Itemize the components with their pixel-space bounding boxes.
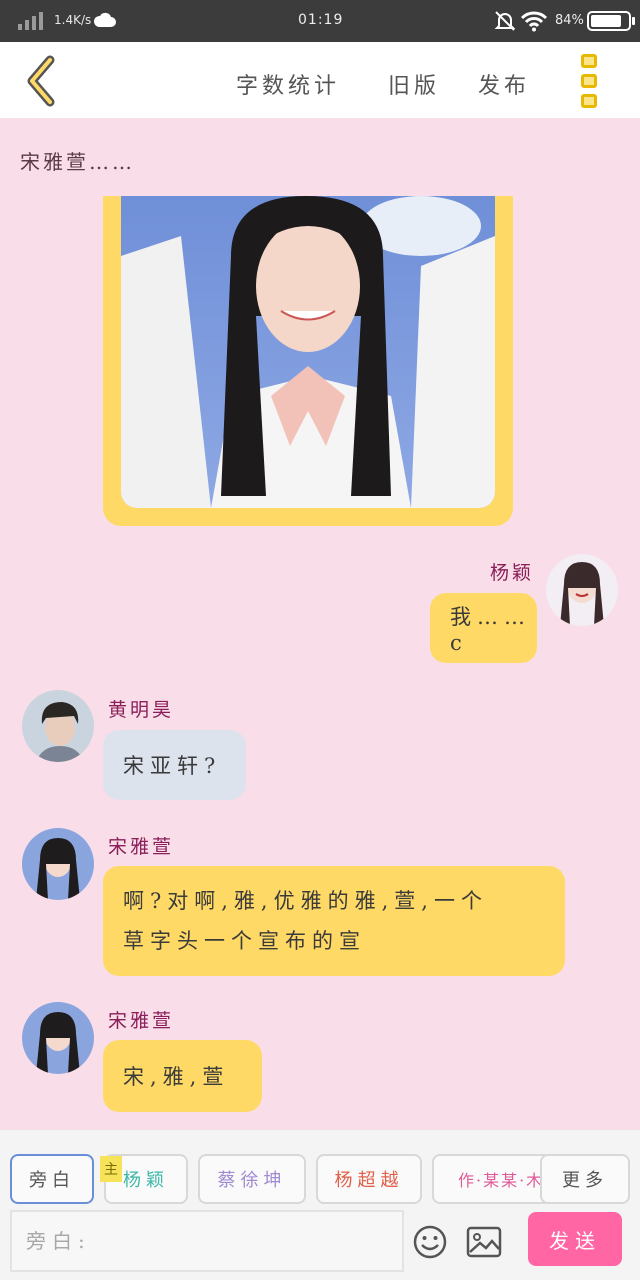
message-bubble[interactable]: 宋,雅,萱 [103, 1040, 262, 1112]
battery-percent: 84% [555, 13, 584, 28]
more-menu-button[interactable] [578, 54, 600, 108]
avatar-songyaxuan[interactable] [22, 828, 94, 900]
top-bar: 字数统计 旧版 发布 [0, 42, 640, 118]
composer-panel: 旁白 杨颖 主 蔡徐坤 杨超越 作·某某·木 更多 发送 [0, 1130, 640, 1280]
narration-text: 宋雅萱…… [20, 150, 135, 174]
message-bubble[interactable]: 啊?对啊,雅,优雅的雅,萱,一个 草字头一个宣布的宣 [103, 866, 565, 976]
back-button[interactable] [20, 54, 64, 108]
network-speed: 1.4K/s [54, 13, 92, 27]
clock: 01:19 [298, 12, 344, 28]
mute-bell-icon [494, 11, 516, 31]
sender-name: 杨颖 [490, 562, 535, 584]
message-bubble[interactable]: 宋亚轩? [103, 730, 246, 800]
image-message[interactable] [103, 196, 513, 526]
chat-area[interactable]: 宋雅萱…… 杨颖 我……c 黄明昊 宋亚轩? 宋雅萱 啊?对啊,雅,优雅的雅,萱… [0, 118, 640, 1130]
status-bar: 1.4K/s 01:19 84% [0, 0, 640, 42]
image-icon[interactable] [466, 1226, 502, 1258]
sender-name: 黄明昊 [108, 699, 175, 721]
avatar-huangminghao[interactable] [22, 690, 94, 762]
message-line: 草字头一个宣布的宣 [123, 929, 366, 953]
message-line: 啊?对啊,雅,优雅的雅,萱,一个 [123, 889, 488, 913]
sender-name: 宋雅萱 [108, 1010, 175, 1032]
cloud-icon [94, 12, 116, 27]
wifi-icon [520, 11, 548, 32]
avatar-songyaxuan[interactable] [22, 1002, 94, 1074]
photo-image [121, 196, 495, 508]
signal-icon [18, 12, 44, 30]
send-button[interactable]: 发送 [528, 1212, 622, 1266]
message-input[interactable] [10, 1210, 404, 1272]
role-tab-yangchaoyue[interactable]: 杨超越 [316, 1154, 422, 1204]
old-version-button[interactable]: 旧版 [388, 68, 440, 100]
message-bubble[interactable]: 我……c [430, 593, 537, 663]
battery-icon [587, 11, 635, 31]
emoji-icon[interactable] [412, 1224, 448, 1260]
role-tab-author[interactable]: 作·某某·木 [432, 1154, 552, 1204]
avatar-yangying[interactable] [546, 554, 618, 626]
word-count-button[interactable]: 字数统计 [236, 68, 340, 100]
role-tab-caixukun[interactable]: 蔡徐坤 [198, 1154, 306, 1204]
sender-name: 宋雅萱 [108, 836, 175, 858]
publish-button[interactable]: 发布 [478, 68, 530, 100]
role-tab-narrator[interactable]: 旁白 [10, 1154, 94, 1204]
more-roles-button[interactable]: 更多 [540, 1154, 630, 1204]
main-role-badge: 主 [100, 1156, 122, 1182]
